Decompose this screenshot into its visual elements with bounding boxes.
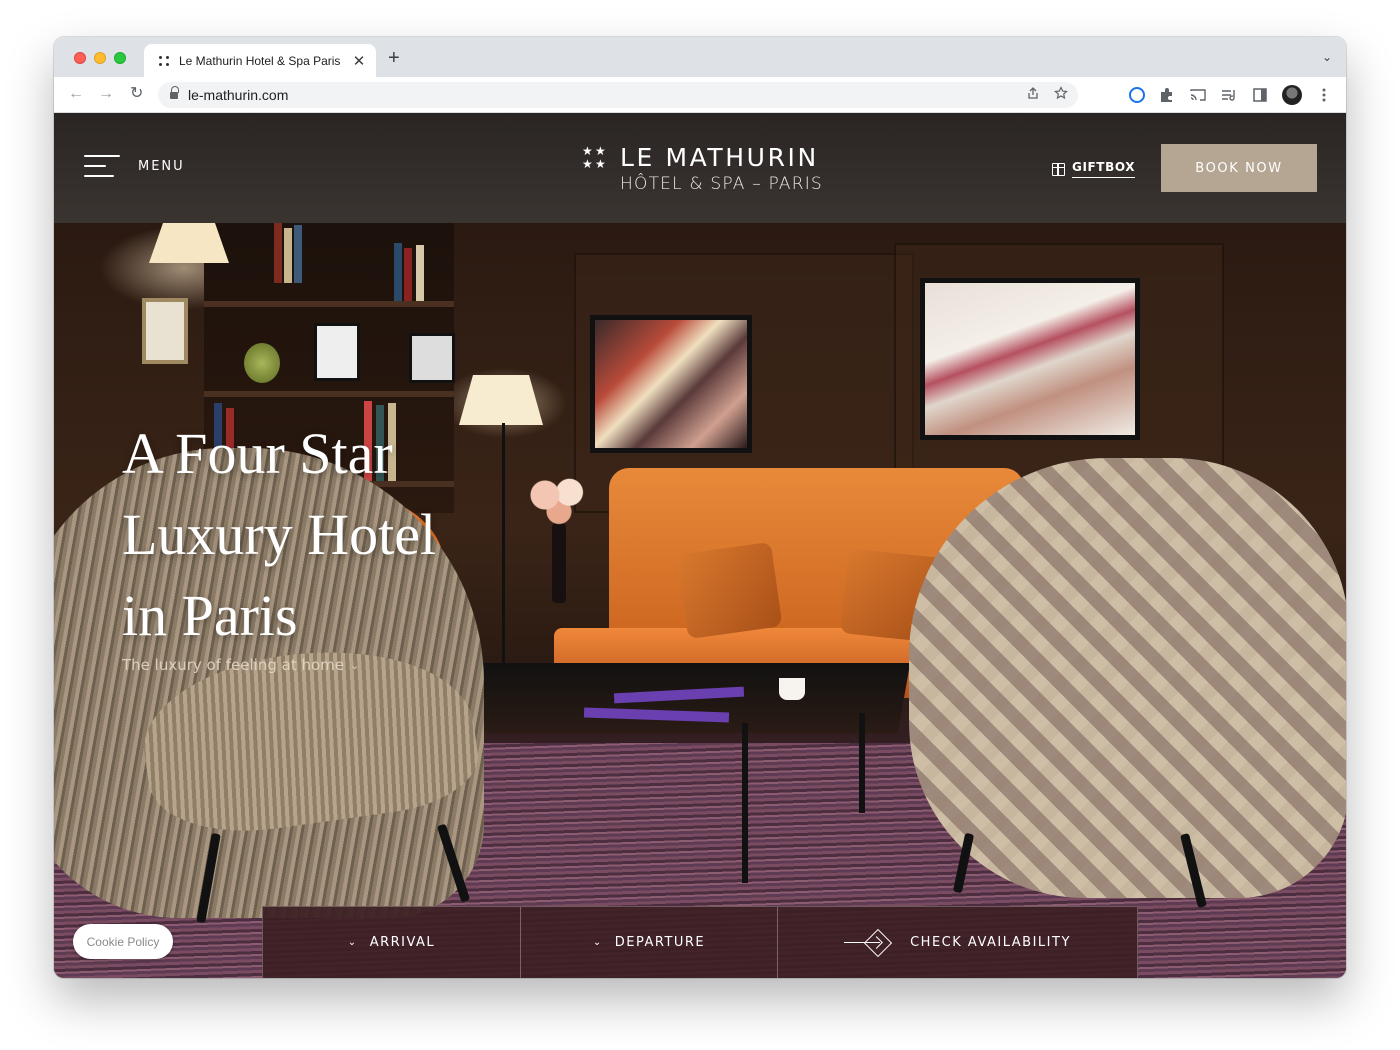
arrow-right-icon — [844, 931, 892, 955]
site-favicon-icon — [158, 55, 170, 67]
check-availability-label: CHECK AVAILABILITY — [910, 935, 1071, 950]
tab-close-icon[interactable]: ✕ — [352, 52, 366, 70]
arrival-picker[interactable]: ⌄ ARRIVAL — [263, 907, 521, 978]
media-icon[interactable] — [1220, 86, 1238, 104]
book-now-button[interactable]: BOOK NOW — [1161, 144, 1317, 192]
forward-button[interactable]: → — [98, 85, 114, 103]
site-header: MENU ★ ★ ★ ★ LE MATHURIN HÔTEL & SPA – PAR… — [54, 113, 1346, 223]
reload-button[interactable]: ↻ — [130, 85, 143, 103]
departure-picker[interactable]: ⌄ DEPARTURE — [521, 907, 778, 978]
hero-subtitle-text: The luxury of feeling at home — [122, 656, 344, 674]
hero-subtitle[interactable]: The luxury of feeling at home ⌄ — [122, 656, 359, 674]
menu-label: MENU — [138, 158, 185, 174]
cast-icon[interactable] — [1189, 86, 1207, 104]
web-page: A Four Star Luxury Hotel in Paris The lu… — [54, 113, 1346, 978]
share-icon[interactable] — [1026, 86, 1040, 100]
back-button[interactable]: ← — [68, 85, 84, 103]
hero-image: A Four Star Luxury Hotel in Paris The lu… — [54, 223, 1346, 978]
more-vert-icon[interactable] — [1315, 86, 1333, 104]
tab-active[interactable]: Le Mathurin Hotel & Spa Paris ✕ — [144, 44, 376, 77]
hero-title: A Four Star Luxury Hotel in Paris — [122, 421, 437, 648]
browser-window: Le Mathurin Hotel & Spa Paris ✕ + ⌄ ← → … — [54, 37, 1346, 978]
hamburger-icon — [84, 153, 120, 179]
arrival-label: ARRIVAL — [369, 935, 436, 950]
extension-ring-icon[interactable] — [1129, 87, 1145, 103]
puzzle-icon[interactable] — [1158, 86, 1176, 104]
lock-icon[interactable] — [170, 86, 179, 100]
logo-subtitle: HÔTEL & SPA – PARIS — [620, 174, 823, 194]
chevron-down-icon: ⌄ — [347, 937, 358, 948]
avatar[interactable] — [1282, 85, 1302, 105]
minimize-window-button[interactable] — [94, 52, 106, 64]
cookie-policy-button[interactable]: Cookie Policy — [73, 924, 173, 959]
chevron-down-icon: ⌄ — [350, 658, 360, 672]
browser-toolbar: ← → ↻ le-mathurin.com — [54, 77, 1346, 113]
site-logo[interactable]: ★ ★ ★ ★ LE MATHURIN HÔTEL & SPA – PARIS — [582, 143, 822, 199]
tab-title: Le Mathurin Hotel & Spa Paris — [179, 53, 341, 68]
logo-name: LE MATHURIN — [620, 143, 819, 172]
check-availability-button[interactable]: CHECK AVAILABILITY — [778, 907, 1137, 978]
departure-label: DEPARTURE — [614, 935, 706, 950]
giftbox-label: GIFTBOX — [1072, 160, 1136, 178]
gift-icon — [1052, 162, 1065, 176]
four-stars-icon: ★ ★ ★ ★ — [582, 144, 606, 171]
new-tab-button[interactable]: + — [388, 48, 400, 68]
tab-search-chevron-icon[interactable]: ⌄ — [1322, 50, 1332, 64]
chevron-down-icon: ⌄ — [592, 937, 603, 948]
zoom-window-button[interactable] — [114, 52, 126, 64]
star-icon[interactable] — [1054, 86, 1068, 100]
url-text[interactable]: le-mathurin.com — [188, 87, 288, 103]
menu-button[interactable]: MENU — [84, 153, 185, 179]
address-bar[interactable]: le-mathurin.com — [158, 82, 1078, 108]
giftbox-link[interactable]: GIFTBOX — [1052, 160, 1136, 178]
side-panel-icon[interactable] — [1251, 86, 1269, 104]
tab-strip: Le Mathurin Hotel & Spa Paris ✕ + ⌄ — [54, 37, 1346, 77]
booking-bar: ⌄ ARRIVAL ⌄ DEPARTURE CHECK AVAILABILITY — [262, 906, 1138, 978]
patterned-armchair-decor — [909, 458, 1346, 898]
close-window-button[interactable] — [74, 52, 86, 64]
